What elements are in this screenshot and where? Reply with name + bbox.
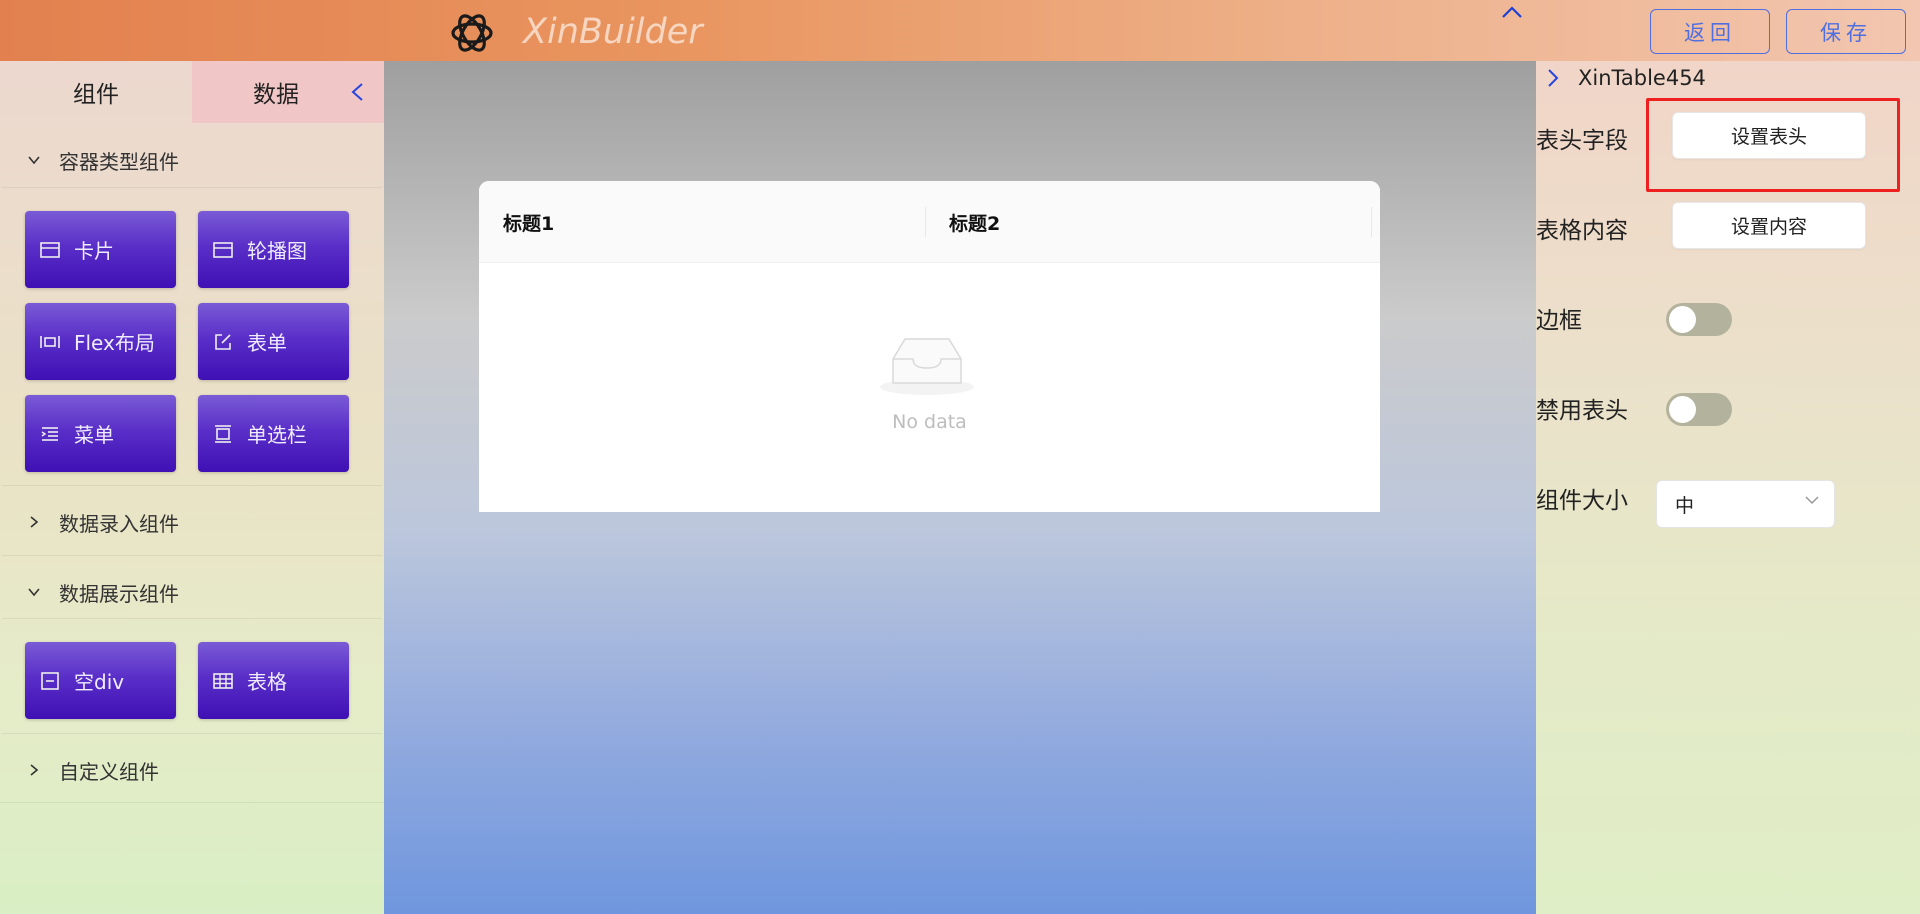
divider	[2, 555, 382, 556]
toggle-knob	[1669, 396, 1696, 423]
app-title: XinBuilder	[523, 12, 703, 52]
tab-components[interactable]: 组件	[0, 61, 192, 123]
disable-header-toggle[interactable]	[1666, 393, 1732, 426]
table-content-label: 表格内容	[1536, 218, 1628, 244]
category-custom-components[interactable]: 自定义组件	[0, 746, 384, 794]
chevron-right-icon	[30, 516, 39, 528]
table-component-preview[interactable]: 标题1 标题2 No data	[479, 181, 1380, 512]
divider	[0, 802, 384, 803]
category-data-entry-components[interactable]: 数据录入组件	[0, 498, 384, 546]
border-toggle[interactable]	[1666, 303, 1732, 336]
chevron-right-icon[interactable]	[1544, 67, 1562, 89]
empty-state-text: No data	[892, 411, 967, 433]
chevron-down-icon	[28, 156, 40, 165]
component-menu[interactable]: 菜单	[25, 395, 176, 472]
table-header: 标题1 标题2	[479, 181, 1380, 263]
properties-panel: XinTable454 表头字段 设置表头 表格内容 设置内容 边框 禁用表头 …	[1536, 61, 1920, 914]
table-icon	[213, 671, 233, 691]
card-icon	[40, 240, 60, 260]
menu-icon	[40, 424, 60, 444]
column-separator	[1371, 207, 1372, 237]
header-fields-label: 表头字段	[1536, 128, 1628, 154]
empty-inbox-icon	[880, 338, 974, 395]
set-content-button[interactable]: 设置内容	[1672, 202, 1866, 249]
save-button[interactable]: 保存	[1786, 9, 1906, 54]
openai-logo-icon	[451, 14, 493, 52]
component-form[interactable]: 表单	[198, 303, 349, 380]
design-canvas[interactable]: 标题1 标题2 No data	[384, 61, 1536, 914]
table-column-header: 标题1	[503, 212, 555, 235]
highlight-box	[1646, 98, 1900, 192]
component-carousel[interactable]: 轮播图	[198, 211, 349, 288]
selected-component-name: XinTable454	[1578, 66, 1706, 90]
top-bar: XinBuilder 返回 保存	[0, 0, 1920, 61]
chevron-up-icon[interactable]	[1500, 4, 1524, 20]
category-label: 自定义组件	[59, 759, 159, 784]
category-container-components[interactable]: 容器类型组件	[0, 136, 384, 184]
category-label: 数据录入组件	[59, 511, 179, 536]
select-value: 中	[1675, 494, 1695, 517]
divider	[2, 733, 382, 734]
component-table[interactable]: 表格	[198, 642, 349, 719]
component-card[interactable]: 卡片	[25, 211, 176, 288]
collapse-panel-icon[interactable]	[348, 81, 366, 103]
disable-header-label: 禁用表头	[1536, 398, 1628, 424]
panel-tabs: 组件 数据	[0, 61, 384, 123]
component-library-panel: 组件 数据 容器类型组件 卡片 轮播图 Flex布局 表单 菜单 单选栏 数据录…	[0, 61, 384, 914]
radio-bar-icon	[213, 424, 233, 444]
form-edit-icon	[213, 332, 233, 352]
component-flex-layout[interactable]: Flex布局	[25, 303, 176, 380]
carousel-icon	[213, 240, 233, 260]
properties-header: XinTable454	[1536, 61, 1920, 95]
border-label: 边框	[1536, 308, 1582, 334]
chevron-down-icon	[28, 588, 40, 597]
divider	[2, 618, 382, 619]
chevron-right-icon	[30, 764, 39, 776]
component-empty-div[interactable]: 空div	[25, 642, 176, 719]
divider	[2, 187, 382, 188]
chevron-down-icon	[1805, 496, 1819, 505]
column-separator	[925, 207, 926, 237]
category-label: 数据展示组件	[59, 581, 179, 606]
category-label: 容器类型组件	[59, 149, 179, 174]
category-data-display-components[interactable]: 数据展示组件	[0, 568, 384, 616]
table-column-header: 标题2	[949, 212, 1001, 235]
empty-div-icon	[40, 671, 60, 691]
component-radio-bar[interactable]: 单选栏	[198, 395, 349, 472]
back-button[interactable]: 返回	[1650, 9, 1770, 54]
component-size-select[interactable]: 中	[1656, 480, 1835, 528]
component-size-label: 组件大小	[1536, 488, 1628, 514]
flex-layout-icon	[40, 332, 60, 352]
divider	[2, 485, 382, 486]
toggle-knob	[1669, 306, 1696, 333]
